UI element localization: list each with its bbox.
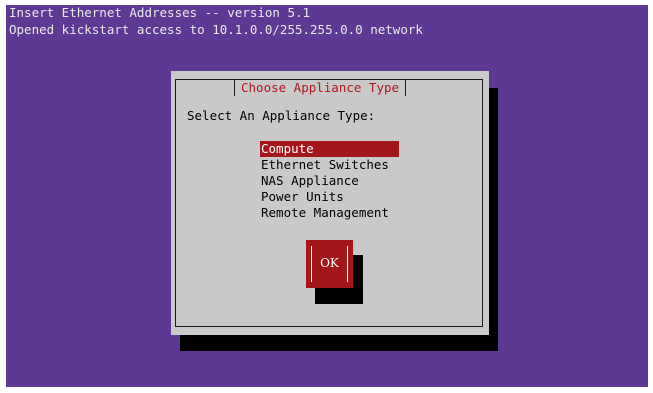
- list-item-power-units[interactable]: Power Units: [260, 189, 399, 205]
- dialog-title: Choose Appliance Type: [241, 80, 400, 95]
- ok-button-label: OK: [320, 256, 339, 270]
- dialog-title-wrap: Choose Appliance Type: [234, 80, 407, 96]
- list-item-compute[interactable]: Compute: [260, 141, 399, 157]
- list-item-remote-management[interactable]: Remote Management: [260, 205, 399, 221]
- dialog-prompt: Select An Appliance Type:: [187, 108, 376, 123]
- appliance-type-list[interactable]: Compute Ethernet Switches NAS Appliance …: [260, 141, 399, 221]
- terminal-screen: Insert Ethernet Addresses -- version 5.1…: [6, 5, 648, 387]
- appliance-type-dialog: Choose Appliance Type Select An Applianc…: [171, 71, 489, 335]
- list-item-ethernet-switches[interactable]: Ethernet Switches: [260, 157, 399, 173]
- terminal-line-status: Opened kickstart access to 10.1.0.0/255.…: [9, 22, 423, 37]
- list-item-nas-appliance[interactable]: NAS Appliance: [260, 173, 399, 189]
- terminal-line-title: Insert Ethernet Addresses -- version 5.1: [9, 5, 311, 20]
- ok-button[interactable]: OK: [306, 240, 353, 288]
